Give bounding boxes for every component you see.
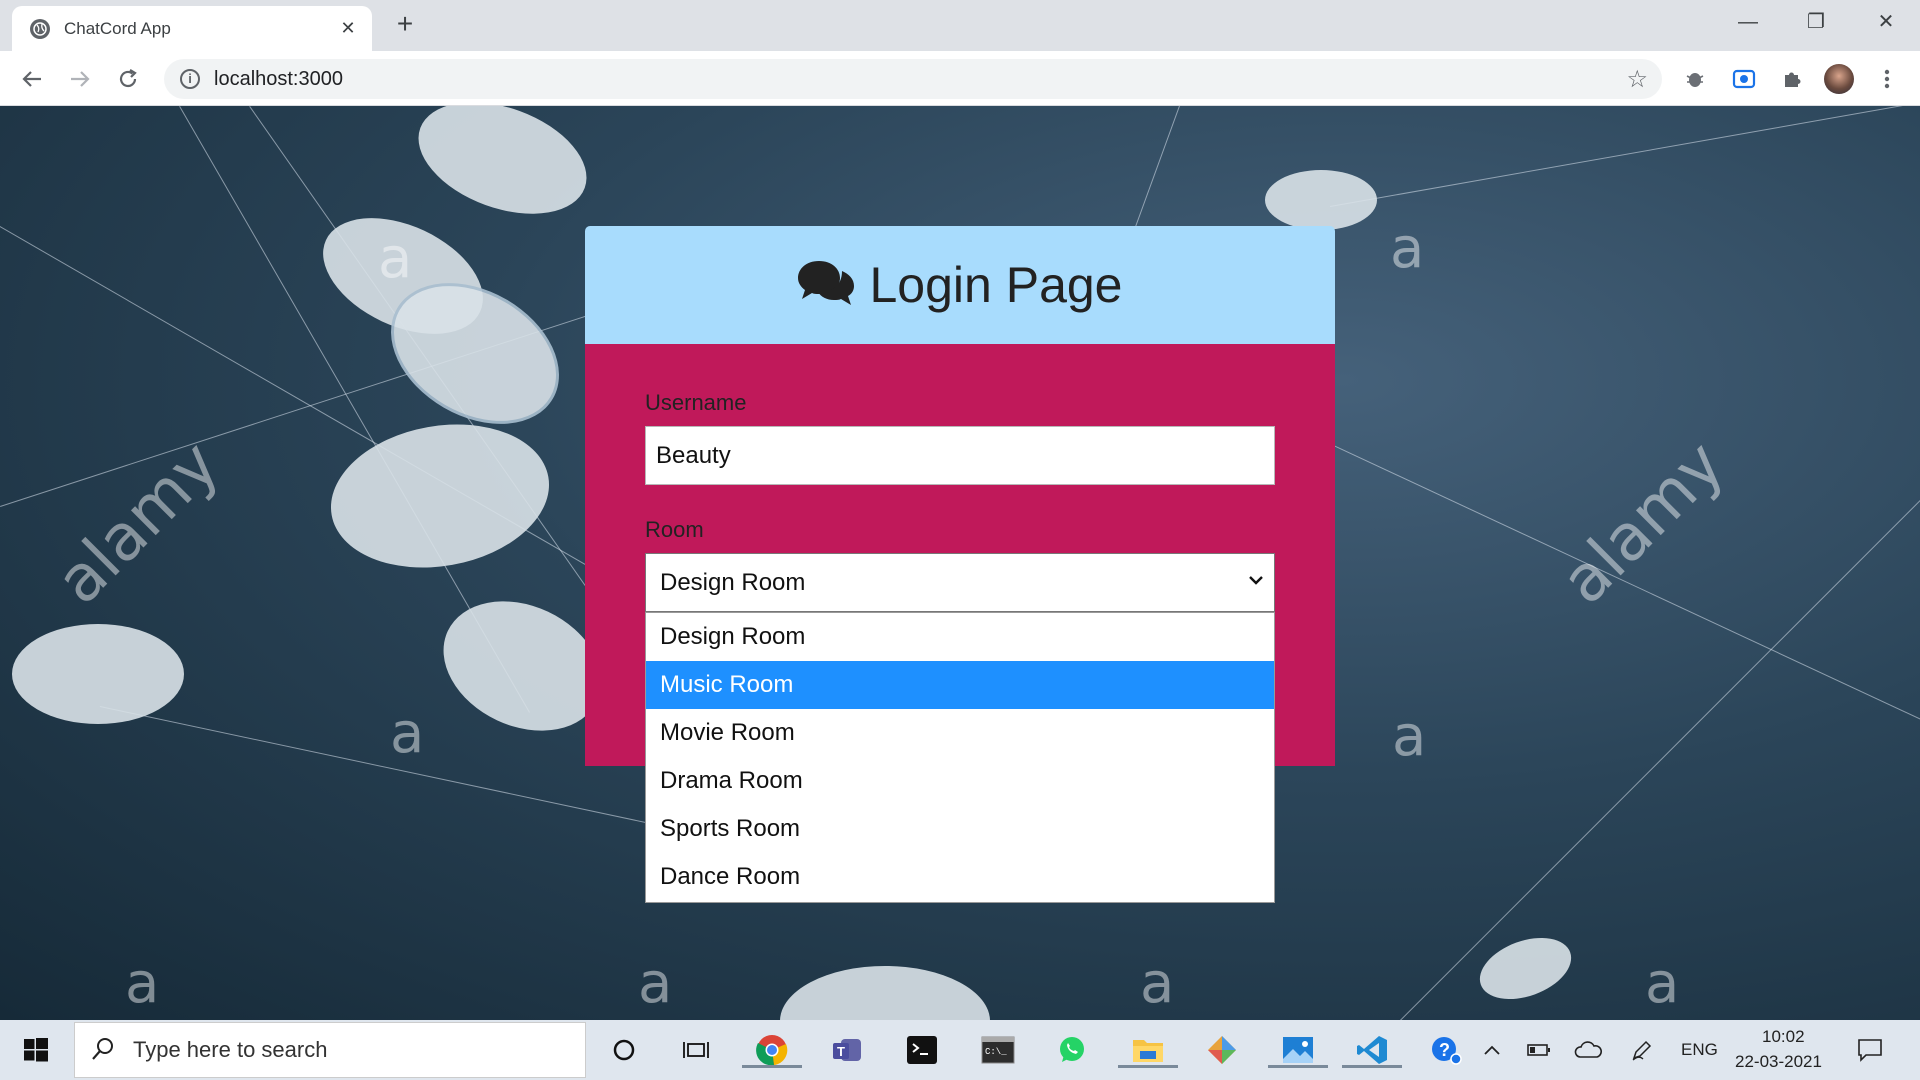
language-indicator[interactable]: ENG xyxy=(1681,1040,1718,1060)
address-bar[interactable]: i localhost:3000 ☆ xyxy=(164,59,1662,99)
extensions-puzzle-icon[interactable] xyxy=(1777,64,1807,94)
close-window-button[interactable]: ✕ xyxy=(1866,8,1906,36)
terminal-app-icon[interactable] xyxy=(904,1032,940,1068)
network-line xyxy=(1330,106,1920,207)
screen-capture-extension-icon[interactable] xyxy=(1729,64,1759,94)
profile-avatar[interactable] xyxy=(1824,64,1854,94)
command-prompt-icon[interactable]: C:\_ xyxy=(980,1032,1016,1068)
globe-icon xyxy=(30,18,50,39)
chrome-icon[interactable] xyxy=(742,1032,802,1068)
watermark-text: alamy xyxy=(42,427,234,619)
minimize-button[interactable]: — xyxy=(1728,8,1768,36)
room-option[interactable]: Dance Room xyxy=(646,853,1274,901)
browser-tabstrip: ChatCord App ✕ + — ❐ ✕ xyxy=(0,0,1920,51)
speech-bubble xyxy=(1471,926,1580,1011)
file-explorer-icon[interactable] xyxy=(1118,1032,1178,1068)
windows-start-icon[interactable] xyxy=(12,1034,60,1066)
speech-bubble xyxy=(403,106,602,235)
tab-title: ChatCord App xyxy=(64,18,171,38)
battery-icon[interactable] xyxy=(1521,1032,1557,1068)
page-title: Login Page xyxy=(869,257,1123,313)
forward-icon[interactable] xyxy=(64,63,96,95)
help-icon[interactable]: ? xyxy=(1428,1032,1464,1068)
onedrive-cloud-icon[interactable] xyxy=(1570,1032,1606,1068)
clock-date[interactable]: 22-03-2021 xyxy=(1735,1052,1822,1072)
svg-text:C:\_: C:\_ xyxy=(985,1047,1007,1057)
watermark-mark: a xyxy=(638,951,673,1016)
watermark-mark: a xyxy=(1140,951,1175,1016)
windows-taskbar: Type here to search T C:\_ ? ENG 10:02 2… xyxy=(0,1020,1920,1080)
bookmark-star-icon[interactable]: ☆ xyxy=(1626,65,1648,94)
vscode-icon[interactable] xyxy=(1342,1032,1402,1068)
watermark-mark: a xyxy=(1645,951,1680,1016)
room-option[interactable]: Sports Room xyxy=(646,805,1274,853)
room-dropdown-list: Design Room Music Room Movie Room Drama … xyxy=(645,612,1275,903)
cortana-icon[interactable] xyxy=(606,1032,642,1068)
speech-bubble xyxy=(780,966,990,1020)
browser-tab[interactable]: ChatCord App ✕ xyxy=(12,6,372,51)
room-select[interactable]: Design Room xyxy=(645,553,1275,612)
teams-icon[interactable]: T xyxy=(830,1032,866,1068)
search-icon xyxy=(91,1037,115,1061)
pen-icon[interactable] xyxy=(1624,1032,1660,1068)
speech-bubble xyxy=(319,407,561,585)
browser-toolbar: i localhost:3000 ☆ xyxy=(0,51,1920,106)
room-option[interactable]: Drama Room xyxy=(646,757,1274,805)
username-input[interactable] xyxy=(645,426,1275,485)
back-icon[interactable] xyxy=(16,63,48,95)
restore-button[interactable]: ❐ xyxy=(1796,8,1836,36)
watermark-mark: a xyxy=(125,951,160,1016)
watermark-mark: a xyxy=(1390,216,1425,281)
svg-text:?: ? xyxy=(1439,1040,1450,1060)
menu-kebab-icon[interactable] xyxy=(1872,64,1902,94)
new-tab-button[interactable]: + xyxy=(392,10,418,40)
room-option[interactable]: Movie Room xyxy=(646,709,1274,757)
chevron-down-icon xyxy=(1248,570,1264,591)
photos-app-icon[interactable] xyxy=(1268,1032,1328,1068)
room-option[interactable]: Design Room xyxy=(646,613,1274,661)
search-placeholder: Type here to search xyxy=(133,1037,328,1062)
tab-close-icon[interactable]: ✕ xyxy=(336,16,360,40)
info-icon[interactable]: i xyxy=(180,69,200,89)
login-header: Login Page xyxy=(585,226,1335,344)
reload-icon[interactable] xyxy=(112,63,144,95)
speech-bubble xyxy=(1265,170,1377,230)
chevron-up-icon[interactable] xyxy=(1474,1032,1510,1068)
room-option-highlighted[interactable]: Music Room xyxy=(646,661,1274,709)
comments-icon xyxy=(797,259,855,312)
task-view-icon[interactable] xyxy=(678,1032,714,1068)
watermark-mark: a xyxy=(1392,704,1427,769)
svg-text:T: T xyxy=(837,1044,845,1059)
url-text[interactable]: localhost:3000 xyxy=(214,68,343,91)
git-tool-icon[interactable] xyxy=(1204,1032,1240,1068)
speech-bubble xyxy=(12,624,184,724)
watermark-mark: a xyxy=(390,701,425,766)
watermark-mark: a xyxy=(378,226,413,291)
notifications-icon[interactable] xyxy=(1852,1032,1888,1068)
bug-extension-icon[interactable] xyxy=(1680,64,1710,94)
username-label: Username xyxy=(645,390,747,415)
room-select-value: Design Room xyxy=(660,568,806,596)
clock-time[interactable]: 10:02 xyxy=(1762,1027,1805,1047)
taskbar-search-input[interactable]: Type here to search xyxy=(74,1022,586,1078)
whatsapp-icon[interactable] xyxy=(1054,1032,1090,1068)
room-label: Room xyxy=(645,517,704,542)
